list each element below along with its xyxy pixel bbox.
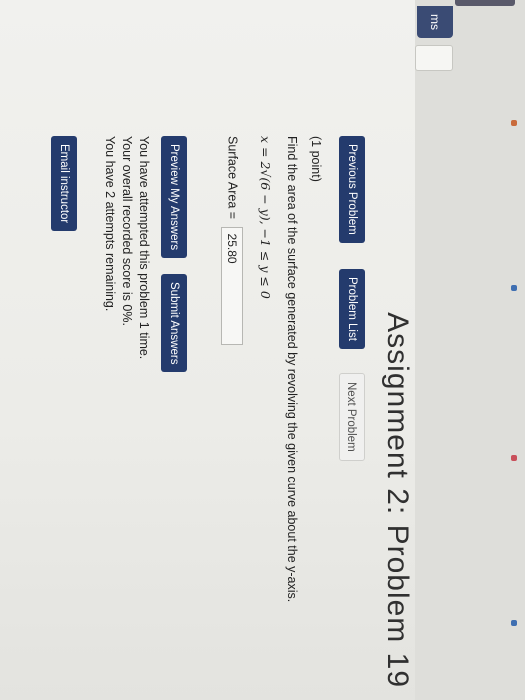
rotated-screen: ms Assignment 2: Problem 19 Previous Pro…	[0, 0, 525, 700]
bookmark-icon[interactable]	[511, 455, 517, 461]
problem-points: (1 point)	[309, 136, 323, 182]
score-text: Your overall recorded score is 0%.	[120, 136, 134, 326]
problem-content: (1 point) Find the area of the surface g…	[7, 136, 327, 696]
problem-list-button[interactable]: Problem List	[339, 269, 365, 349]
email-instructor-button[interactable]: Email instructor	[51, 136, 77, 232]
problem-equation: x = 2√(6 − y), −1 ≤ y ≤ 0	[258, 136, 273, 299]
next-problem-button[interactable]: Next Problem	[339, 373, 365, 461]
surface-area-input[interactable]: 25.80	[221, 226, 243, 345]
bookmark-icon[interactable]	[511, 120, 517, 126]
sidebar-box	[415, 45, 453, 71]
page-title: Assignment 2: Problem 19	[381, 312, 414, 688]
nav-indicator	[455, 0, 515, 6]
sidebar-item-label: ms	[428, 14, 442, 30]
problem-prompt: Find the area of the surface generated b…	[285, 136, 299, 603]
submit-answers-button[interactable]: Submit Answers	[161, 274, 187, 373]
bookmarks-bar	[509, 0, 517, 700]
preview-answers-button[interactable]: Preview My Answers	[161, 136, 187, 259]
answer-label: Surface Area =	[225, 136, 240, 220]
bookmark-icon[interactable]	[511, 620, 517, 626]
remaining-text: You have 2 attempts remaining.	[103, 136, 117, 312]
previous-problem-button[interactable]: Previous Problem	[339, 136, 365, 243]
problem-nav-bar: Previous Problem Problem List Next Probl…	[331, 136, 365, 696]
sidebar-item-problems[interactable]: ms	[417, 6, 453, 38]
answer-row: Surface Area = 25.80	[221, 136, 243, 345]
attempts-text: You have attempted this problem 1 time.	[137, 136, 151, 360]
bookmark-icon[interactable]	[511, 285, 517, 291]
